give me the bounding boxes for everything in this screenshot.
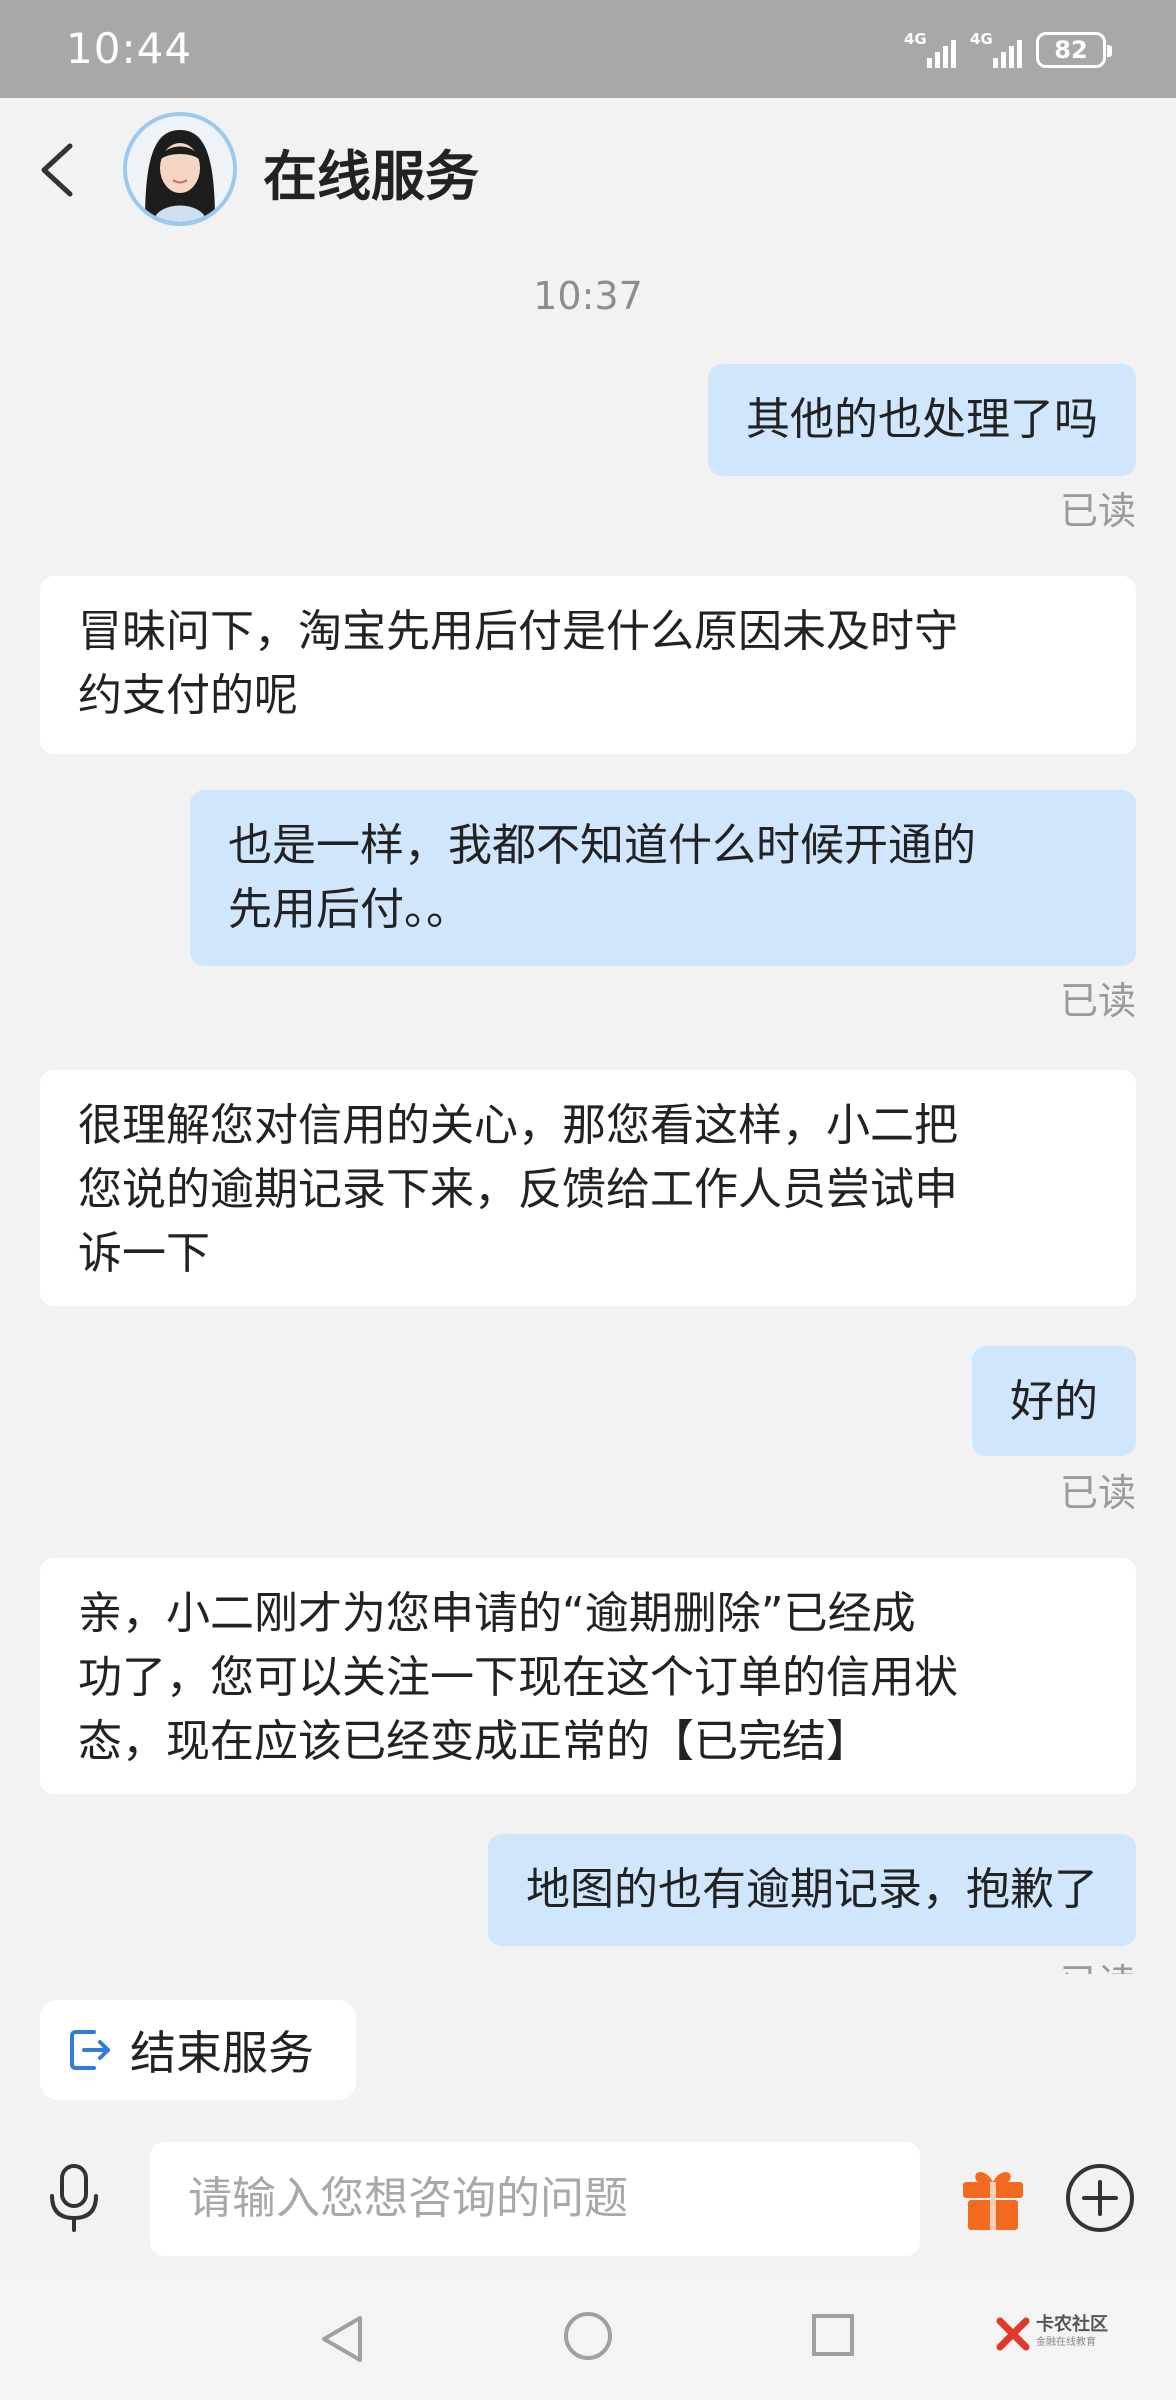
user-message-bubble[interactable]: 也是一样，我都不知道什么时候开通的 先用后付。。 [190, 790, 1136, 966]
user-message-bubble[interactable]: 地图的也有逾期记录，抱歉了 [488, 1834, 1136, 1946]
read-status: 已读 [1060, 1952, 1136, 1974]
chat-timestamp: 10:37 [533, 274, 643, 318]
nav-back-button[interactable] [318, 2314, 366, 2364]
watermark-subtitle: 金融在线教育 [1036, 2337, 1096, 2348]
message-line: 约支付的呢 [78, 670, 298, 721]
message-line: 态，现在应该已经变成正常的【已完结】 [78, 1716, 870, 1767]
triangle-back-icon [322, 2316, 362, 2362]
message-text: 好的 [1010, 1376, 1098, 1427]
more-button[interactable] [1064, 2162, 1136, 2234]
message-line: 功了，您可以关注一下现在这个订单的信用状 [78, 1652, 958, 1703]
signal-label-2: 4G [970, 30, 993, 48]
microphone-icon [50, 2164, 98, 2232]
voice-button[interactable] [44, 2162, 104, 2234]
message-line: 冒昧问下，淘宝先用后付是什么原因未及时守 [78, 606, 958, 657]
status-time: 10:44 [66, 24, 193, 73]
battery-icon: 82 [1036, 32, 1112, 68]
message-text: 地图的也有逾期记录，抱歉了 [526, 1864, 1098, 1915]
message-line: 诉一下 [78, 1228, 210, 1279]
kanong-logo-icon [996, 2317, 1030, 2351]
message-line: 也是一样，我都不知道什么时候开通的 [228, 820, 976, 871]
input-bar [0, 2124, 1176, 2274]
message-line: 亲，小二刚才为您申请的“逾期删除”已经成 [78, 1588, 916, 1639]
battery-level: 82 [1054, 36, 1088, 64]
signal-label: 4G [904, 30, 927, 48]
agent-message-bubble[interactable]: 很理解您对信用的关心，那您看这样，小二把 您说的逾期记录下来，反馈给工作人员尝试… [40, 1070, 1136, 1306]
nav-home-button[interactable] [564, 2312, 612, 2360]
end-service-button[interactable]: 结束服务 [40, 2000, 356, 2100]
end-service-label: 结束服务 [130, 2026, 314, 2080]
message-input[interactable] [150, 2142, 920, 2256]
avatar[interactable] [123, 112, 237, 226]
gift-icon [963, 2172, 1023, 2230]
user-message-bubble[interactable]: 好的 [972, 1346, 1136, 1456]
plus-circle-icon [1066, 2164, 1134, 2232]
message-line: 先用后付。。 [228, 884, 470, 935]
back-button[interactable] [34, 140, 84, 200]
message-text: 其他的也处理了吗 [746, 394, 1098, 445]
signal-icon: 4G [904, 30, 956, 70]
gift-button[interactable] [958, 2164, 1028, 2234]
signal-icon-2: 4G [970, 30, 1022, 70]
exit-icon [70, 2030, 110, 2070]
user-message-bubble[interactable]: 其他的也处理了吗 [708, 364, 1136, 476]
agent-avatar-image [127, 116, 233, 222]
agent-message-bubble[interactable]: 亲，小二刚才为您申请的“逾期删除”已经成 功了，您可以关注一下现在这个订单的信用… [40, 1558, 1136, 1794]
watermark: 卡农社区 金融在线教育 [996, 2316, 1108, 2352]
read-status: 已读 [1059, 1471, 1136, 1515]
message-line: 您说的逾期记录下来，反馈给工作人员尝试申 [78, 1164, 958, 1215]
read-status: 已读 [1059, 489, 1136, 533]
chevron-left-icon [41, 143, 73, 197]
nav-recents-button[interactable] [812, 2314, 854, 2356]
status-bar: 10:44 4G 4G 82 [0, 0, 1176, 98]
status-icons: 4G 4G 82 [904, 28, 1112, 72]
page-title: 在线服务 [263, 145, 479, 208]
agent-message-bubble[interactable]: 冒昧问下，淘宝先用后付是什么原因未及时守 约支付的呢 [40, 576, 1136, 754]
watermark-title: 卡农社区 [1036, 2314, 1108, 2335]
read-status: 已读 [1059, 979, 1136, 1023]
system-navigation-bar: 卡农社区 金融在线教育 [0, 2274, 1176, 2400]
message-line: 很理解您对信用的关心，那您看这样，小二把 [78, 1100, 958, 1151]
chat-header: 在线服务 [0, 98, 1176, 238]
